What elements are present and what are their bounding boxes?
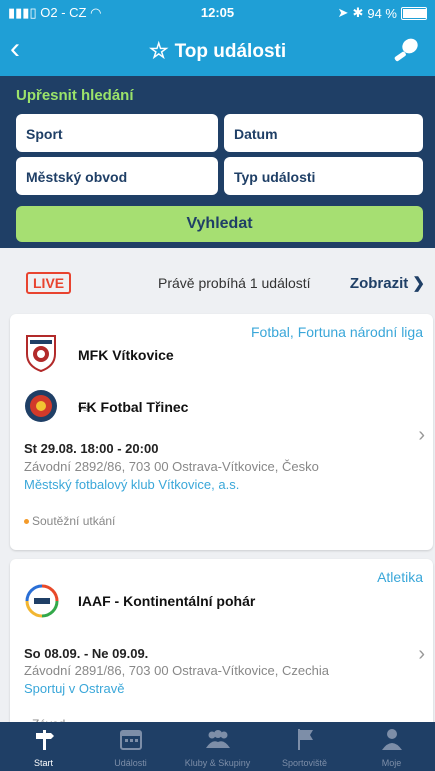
tab-start[interactable]: Start	[0, 722, 87, 771]
live-badge: LIVE	[26, 272, 72, 294]
date-field[interactable]: Datum	[224, 114, 423, 152]
location-icon: ➤	[337, 5, 349, 20]
tab-label: Kluby & Skupiny	[184, 758, 251, 768]
chevron-right-icon: ›	[418, 424, 425, 446]
nav-title: ☆ Top události	[0, 38, 435, 64]
event-address: Závodní 2891/86, 703 00 Ostrava-Vítkovic…	[24, 663, 329, 678]
event-date: St 29.08. 18:00 - 20:00	[24, 441, 159, 456]
tab-clubs[interactable]: Kluby & Skupiny	[174, 722, 261, 771]
show-live-button[interactable]: Zobrazit ❯	[350, 274, 425, 292]
home-team-name: MFK Vítkovice	[78, 347, 174, 363]
tab-label: Moje	[381, 758, 402, 768]
tab-bar: Start Události Kluby & Skupiny Sportoviš…	[0, 722, 435, 771]
sport-field[interactable]: Sport	[16, 114, 218, 152]
battery-percent: 94 %	[367, 5, 397, 21]
event-address: Závodní 2892/86, 703 00 Ostrava-Vítkovic…	[24, 459, 319, 474]
event-tag: Soutěžní utkání	[24, 514, 115, 528]
tab-events[interactable]: Události	[87, 722, 174, 771]
away-team-logo	[25, 390, 57, 422]
star-icon[interactable]: ☆	[149, 38, 169, 63]
chevron-right-icon: ❯	[412, 275, 425, 292]
event-category: Atletika	[377, 569, 423, 585]
status-right: ➤ ✱ 94 %	[338, 5, 427, 21]
filter-panel: Upřesnit hledání Sport Datum Městský obv…	[0, 76, 435, 248]
tab-label: Start	[33, 758, 53, 768]
chevron-right-icon: ›	[418, 643, 425, 665]
user-icon	[381, 729, 402, 750]
bluetooth-icon: ✱	[352, 5, 364, 20]
status-bar: ▮▮▮▯ O2 - CZ ◠ 12:05 ➤ ✱ 94 %	[0, 0, 435, 26]
live-bar: LIVE Právě probíhá 1 událostí Zobrazit ❯	[0, 258, 435, 306]
home-team-logo	[26, 335, 56, 372]
flag-icon	[297, 729, 313, 750]
event-category: Fotbal, Fortuna národní liga	[251, 324, 423, 340]
battery-fill	[403, 8, 426, 18]
event-tag-label: Soutěžní utkání	[32, 514, 116, 528]
event-title: IAAF - Kontinentální pohár	[78, 593, 256, 609]
tab-label: Sportoviště	[281, 758, 328, 768]
live-status-text: Právě probíhá 1 událostí	[158, 275, 311, 291]
page-title: Top události	[174, 41, 287, 62]
tennis-racket-icon[interactable]	[391, 36, 421, 66]
signpost-icon	[35, 730, 54, 750]
tab-mine[interactable]: Moje	[348, 722, 435, 771]
event-organizer-link[interactable]: Sportuj v Ostravě	[24, 681, 124, 696]
tag-dot-icon	[24, 519, 29, 524]
event-organizer-link[interactable]: Městský fotbalový klub Vítkovice, a.s.	[24, 477, 239, 492]
tab-venues[interactable]: Sportoviště	[261, 722, 348, 771]
event-card[interactable]: Atletika IAAF - Kontinentální pohár So 0…	[10, 559, 433, 739]
event-type-field[interactable]: Typ události	[224, 157, 423, 195]
calendar-icon	[119, 730, 142, 750]
event-date: So 08.09. - Ne 09.09.	[24, 646, 149, 661]
nav-bar: ‹ ☆ Top události	[0, 26, 435, 76]
battery-icon	[401, 6, 427, 20]
group-icon	[205, 730, 230, 748]
tab-label: Události	[114, 758, 147, 768]
district-field[interactable]: Městský obvod	[16, 157, 218, 195]
search-button[interactable]: Vyhledat	[16, 206, 423, 242]
away-team-name: FK Fotbal Třinec	[78, 399, 189, 415]
event-logo	[25, 584, 59, 618]
show-live-label: Zobrazit	[349, 275, 409, 292]
filter-title: Upřesnit hledání	[16, 87, 134, 104]
event-card[interactable]: Fotbal, Fortuna národní liga MFK Vítkovi…	[10, 314, 433, 550]
